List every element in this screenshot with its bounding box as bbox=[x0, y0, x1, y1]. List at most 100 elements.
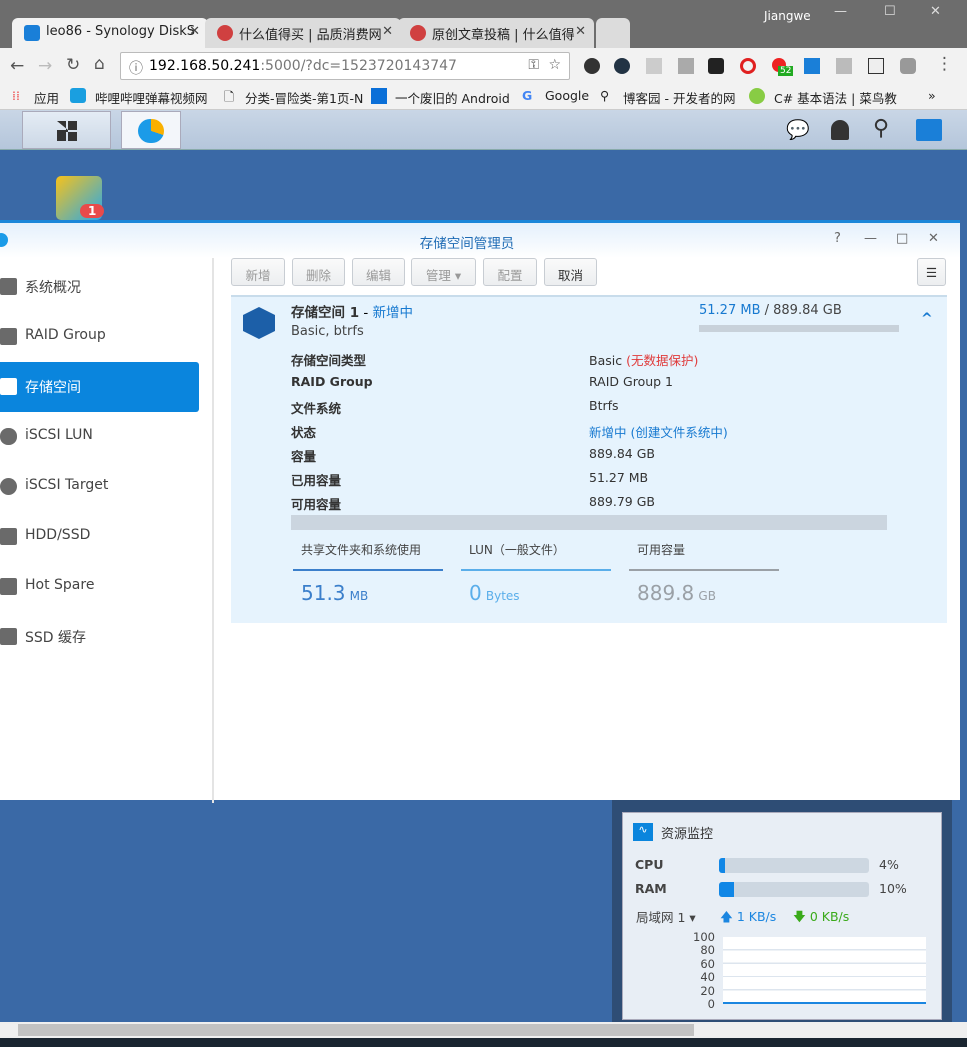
opera-icon[interactable] bbox=[740, 58, 756, 74]
url-path: :5000/?dc=1523720143747 bbox=[260, 58, 457, 74]
manage-dropdown[interactable]: 管理 ▾ bbox=[411, 258, 476, 286]
close-tab-icon[interactable]: ✕ bbox=[189, 24, 200, 39]
chat-icon[interactable]: 💬 bbox=[786, 118, 810, 141]
printer-icon[interactable] bbox=[646, 58, 662, 74]
bookmark[interactable]: C# 基本语法 | 菜鸟教 bbox=[774, 88, 897, 107]
detail-value: 51.27 MB bbox=[589, 470, 649, 485]
sidebar-item-label: 系统概况 bbox=[25, 280, 81, 296]
globe-icon bbox=[0, 478, 17, 495]
sidebar-item-hot-spare[interactable]: Hot Spare bbox=[0, 562, 199, 612]
detail-value: Btrfs bbox=[589, 398, 619, 413]
sidebar-item-iscsi-target[interactable]: iSCSI Target bbox=[0, 462, 199, 512]
sidebar-item-hdd-ssd[interactable]: HDD/SSD bbox=[0, 512, 199, 562]
ssd-cache-icon bbox=[0, 628, 17, 645]
tampermonkey-icon[interactable] bbox=[708, 58, 724, 74]
tab-dsm[interactable]: leo86 - Synology DiskS ✕ bbox=[12, 18, 208, 48]
volume-panel[interactable]: 存储空间 1 - 新增中 Basic, btrfs 51.27 MB / 889… bbox=[231, 295, 947, 623]
key-icon[interactable]: ⚿ bbox=[528, 57, 539, 73]
bookmark[interactable]: 博客园 - 开发者的网 bbox=[623, 88, 735, 107]
cancel-button[interactable]: 取消 bbox=[544, 258, 597, 286]
storage-manager-window: 存储空间管理员 ? — □ ✕ 系统概况 RAID Group 存储空间 iSC… bbox=[0, 220, 960, 803]
url-input[interactable]: ⓘ 192.168.50.241:5000/?dc=1523720143747 … bbox=[120, 52, 570, 80]
volume-icon bbox=[0, 378, 17, 395]
search-icon[interactable]: ⚲ bbox=[873, 116, 889, 141]
detail-value: 新增中 (创建文件系统中) bbox=[589, 422, 728, 441]
widgets-icon[interactable] bbox=[916, 119, 942, 141]
sort-icon[interactable]: ☰ bbox=[917, 258, 946, 286]
bookmark[interactable]: 一个废旧的 Android bbox=[395, 88, 510, 107]
delete-button[interactable]: 删除 bbox=[292, 258, 345, 286]
stat-number: 0 bbox=[469, 581, 482, 605]
maximize-window-icon[interactable]: □ bbox=[896, 231, 908, 246]
evernote-icon[interactable] bbox=[584, 58, 600, 74]
tick: 80 bbox=[700, 943, 715, 958]
storage-manager-taskbar-button[interactable] bbox=[121, 111, 181, 149]
resource-monitor-widget: ∿ 资源监控 CPU 4% RAM 10% 局域网 1 ▾ 🡅 1 KB/s 🡇… bbox=[622, 812, 942, 1020]
sidebar-item-iscsi-lun[interactable]: iSCSI LUN bbox=[0, 412, 199, 462]
reload-icon[interactable]: ↻ bbox=[66, 55, 80, 75]
window-titlebar[interactable]: 存储空间管理员 ? — □ ✕ bbox=[0, 223, 960, 258]
sidebar-item-volume[interactable]: 存储空间 bbox=[0, 362, 199, 412]
widget-title: 资源监控 bbox=[661, 827, 714, 842]
disk-icon bbox=[0, 528, 17, 545]
more-bookmarks[interactable]: » bbox=[928, 88, 936, 103]
sidebar-item-ssd-cache[interactable]: SSD 缓存 bbox=[0, 612, 199, 662]
pulse-icon: ∿ bbox=[633, 823, 653, 841]
main-menu-button[interactable] bbox=[22, 111, 111, 149]
close-tab-icon[interactable]: ✕ bbox=[575, 24, 586, 39]
close-tab-icon[interactable]: ✕ bbox=[382, 24, 393, 39]
share-icon[interactable] bbox=[678, 58, 694, 74]
back-icon[interactable]: ← bbox=[10, 56, 24, 76]
total-size: / 889.84 GB bbox=[760, 303, 842, 318]
bookmark[interactable]: 应用 bbox=[34, 88, 59, 107]
close-window-icon[interactable]: ✕ bbox=[928, 231, 939, 246]
sidebar-item-raid-group[interactable]: RAID Group bbox=[0, 312, 199, 362]
stat-value: 0 Bytes bbox=[469, 581, 520, 605]
user-icon[interactable] bbox=[831, 120, 849, 140]
cpu-bar bbox=[719, 858, 869, 873]
url-host: 192.168.50.241 bbox=[149, 58, 261, 74]
tick: 0 bbox=[707, 997, 715, 1012]
google-icon: G bbox=[522, 88, 533, 103]
network-dropdown[interactable]: 局域网 1 ▾ bbox=[636, 907, 696, 926]
shopping-icon[interactable] bbox=[804, 58, 820, 74]
bookmark[interactable]: 分类-冒险类-第1页-N bbox=[245, 88, 363, 107]
configure-button[interactable]: 配置 bbox=[483, 258, 537, 286]
home-icon[interactable]: ⌂ bbox=[94, 54, 105, 74]
forward-icon[interactable]: → bbox=[38, 56, 52, 76]
profile-name[interactable]: Jiangwe bbox=[764, 9, 811, 23]
lun-icon bbox=[0, 428, 17, 445]
sidebar-item-overview[interactable]: 系统概况 bbox=[0, 262, 199, 312]
ram-bar bbox=[719, 882, 869, 897]
search-ext-icon[interactable] bbox=[836, 58, 852, 74]
collapse-icon[interactable]: ^ bbox=[921, 311, 933, 327]
info-icon[interactable]: ⓘ bbox=[129, 58, 143, 78]
bookmark[interactable]: Google bbox=[545, 88, 589, 103]
tab-label: leo86 - Synology DiskS bbox=[46, 24, 196, 39]
overview-icon bbox=[0, 278, 17, 295]
tab-smzdm[interactable]: 什么值得买 | 品质消费网 ✕ bbox=[205, 18, 401, 48]
detail-value: Basic (无数据保护) bbox=[589, 350, 698, 369]
translate-icon[interactable] bbox=[868, 58, 884, 74]
bookmark[interactable]: 哔哩哔哩弹幕视频网 bbox=[95, 88, 208, 107]
tick: 100 bbox=[693, 930, 715, 944]
edit-button[interactable]: 编辑 bbox=[352, 258, 405, 286]
minimize-icon[interactable]: — bbox=[834, 4, 847, 19]
sidebar-item-label: RAID Group bbox=[25, 327, 106, 343]
minimize-window-icon[interactable]: — bbox=[864, 231, 877, 246]
scrollbar-thumb[interactable] bbox=[18, 1024, 694, 1036]
ext-gray-icon[interactable] bbox=[900, 58, 916, 74]
ext-e-icon[interactable] bbox=[614, 58, 630, 74]
create-button[interactable]: 新增 bbox=[231, 258, 285, 286]
cpu-fill bbox=[719, 858, 725, 873]
used-size: 51.27 MB bbox=[699, 303, 761, 318]
maximize-icon[interactable]: ☐ bbox=[884, 4, 896, 19]
new-tab-button[interactable] bbox=[596, 18, 630, 48]
horizontal-scrollbar[interactable] bbox=[0, 1022, 967, 1038]
menu-icon[interactable]: ⋮ bbox=[936, 54, 953, 74]
help-icon[interactable]: ? bbox=[834, 231, 841, 246]
star-icon[interactable]: ☆ bbox=[548, 57, 561, 73]
tab-post[interactable]: 原创文章投稿 | 什么值得 ✕ bbox=[398, 18, 594, 48]
tab-label: 什么值得买 | 品质消费网 bbox=[239, 28, 382, 43]
close-icon[interactable]: ✕ bbox=[930, 4, 941, 19]
